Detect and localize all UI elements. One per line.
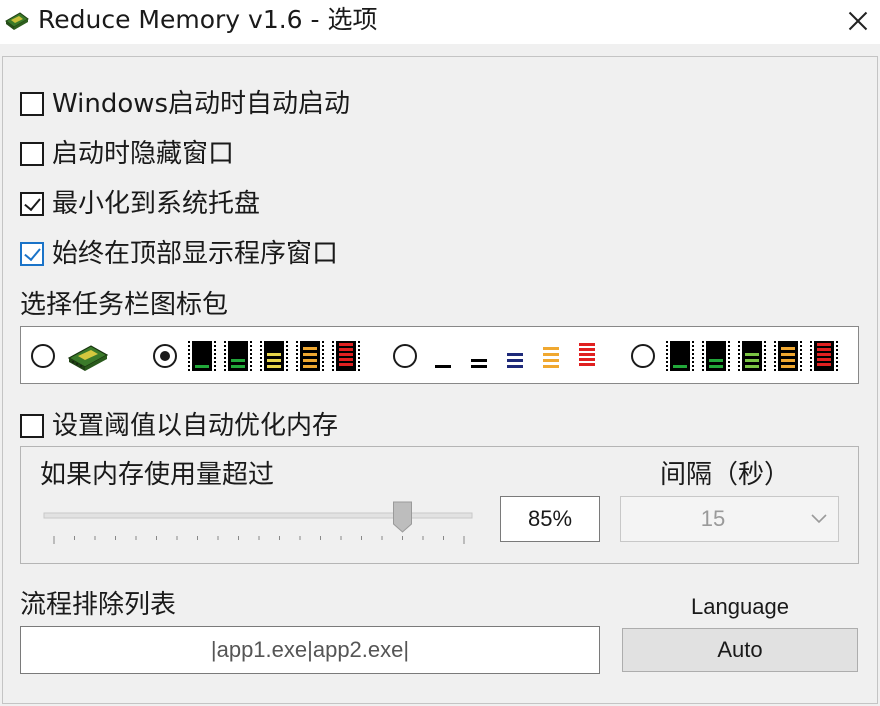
exclusion-list-label: 流程排除列表 xyxy=(20,590,177,620)
chevron-down-icon xyxy=(811,514,827,524)
black-bars-icon-pack xyxy=(188,341,360,371)
iconpack-selector xyxy=(20,326,859,384)
iconpack-radio-1[interactable] xyxy=(31,344,55,368)
autostart-label: Windows启动时自动启动 xyxy=(52,89,351,119)
auto-optimize-label: 设置阈值以自动优化内存 xyxy=(52,411,339,441)
close-button[interactable] xyxy=(832,0,880,44)
iconpack-radio-4[interactable] xyxy=(631,344,655,368)
ram-chip-icon xyxy=(5,12,29,30)
minimize-to-tray-checkbox[interactable] xyxy=(20,192,44,216)
hide-on-start-checkbox[interactable] xyxy=(20,142,44,166)
slider-thumb xyxy=(393,501,412,533)
option-autostart[interactable]: Windows启动时自动启动 xyxy=(20,86,350,122)
interval-label: 间隔（秒） xyxy=(660,460,791,490)
usage-threshold-label: 如果内存使用量超过 xyxy=(40,460,275,490)
option-always-on-top[interactable]: 始终在顶部显示程序窗口 xyxy=(20,236,338,272)
window-title: Reduce Memory v1.6 - 选项 xyxy=(38,5,378,34)
usage-percent-display: 85% xyxy=(500,496,600,542)
iconpack-radio-2[interactable] xyxy=(153,344,177,368)
language-button[interactable]: Auto xyxy=(622,628,858,672)
usage-threshold-slider[interactable] xyxy=(40,496,476,548)
slider-ticks xyxy=(53,536,465,544)
interval-dropdown[interactable]: 15 xyxy=(620,496,839,542)
title-bar[interactable]: Reduce Memory v1.6 - 选项 xyxy=(0,0,880,44)
exclusion-list-input[interactable]: |app1.exe|app2.exe| xyxy=(20,626,600,674)
iconpack-label: 选择任务栏图标包 xyxy=(20,290,229,320)
option-minimize-to-tray[interactable]: 最小化到系统托盘 xyxy=(20,186,260,222)
always-on-top-checkbox[interactable] xyxy=(20,242,44,266)
hide-on-start-label: 启动时隐藏窗口 xyxy=(52,139,235,169)
auto-optimize-checkbox[interactable] xyxy=(20,414,44,438)
option-hide-on-start[interactable]: 启动时隐藏窗口 xyxy=(20,136,234,172)
always-on-top-label: 始终在顶部显示程序窗口 xyxy=(52,239,339,269)
option-auto-optimize[interactable]: 设置阈值以自动优化内存 xyxy=(20,408,338,444)
language-label: Language xyxy=(691,594,789,619)
iconpack-radio-3[interactable] xyxy=(393,344,417,368)
autostart-checkbox[interactable] xyxy=(20,92,44,116)
minimal-lines-icon-pack xyxy=(435,343,595,368)
dark-bars-icon-pack xyxy=(666,341,838,371)
minimize-to-tray-label: 最小化到系统托盘 xyxy=(52,189,261,219)
interval-value: 15 xyxy=(700,506,726,531)
ram-chip-icon-pack xyxy=(67,345,109,371)
